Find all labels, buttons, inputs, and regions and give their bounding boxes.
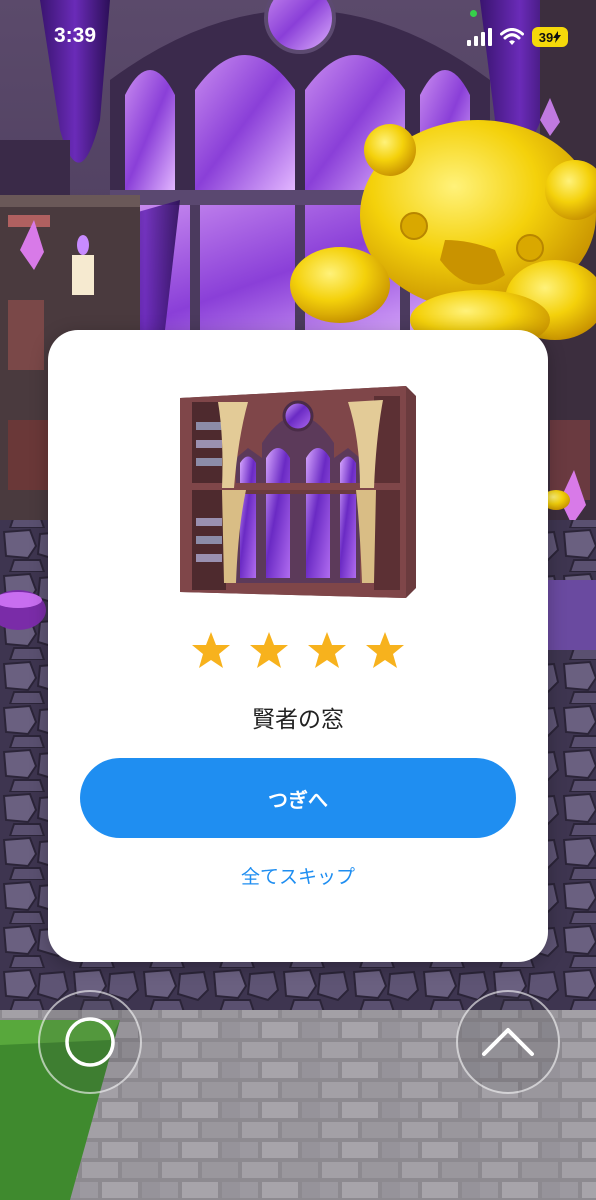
next-button[interactable]: つぎへ	[80, 758, 516, 838]
status-bar: 3:39 39	[0, 0, 596, 80]
status-time: 3:39	[54, 24, 97, 47]
privacy-indicator-dot	[470, 10, 477, 17]
wifi-icon	[500, 28, 524, 45]
reward-dialog: 賢者の窓 つぎへ 全てスキップ	[48, 330, 548, 962]
action-circle-button[interactable]	[38, 990, 142, 1094]
battery-icon: 39	[532, 27, 568, 47]
chevron-up-icon	[482, 1028, 534, 1056]
item-name: 賢者の窓	[252, 707, 344, 733]
star-icon	[250, 632, 288, 668]
cellular-signal-icon	[467, 28, 492, 46]
battery-level: 39	[538, 29, 554, 45]
skip-all-link[interactable]: 全てスキップ	[48, 862, 548, 889]
star-icon	[192, 632, 230, 668]
circle-icon	[65, 1017, 115, 1067]
rarity-stars	[48, 630, 548, 670]
charging-bolt-icon	[553, 31, 562, 43]
star-icon	[366, 632, 404, 668]
status-icons: 39	[467, 24, 568, 50]
item-image-sage-window	[180, 386, 416, 598]
star-icon	[308, 632, 346, 668]
jump-up-button[interactable]	[456, 990, 560, 1094]
